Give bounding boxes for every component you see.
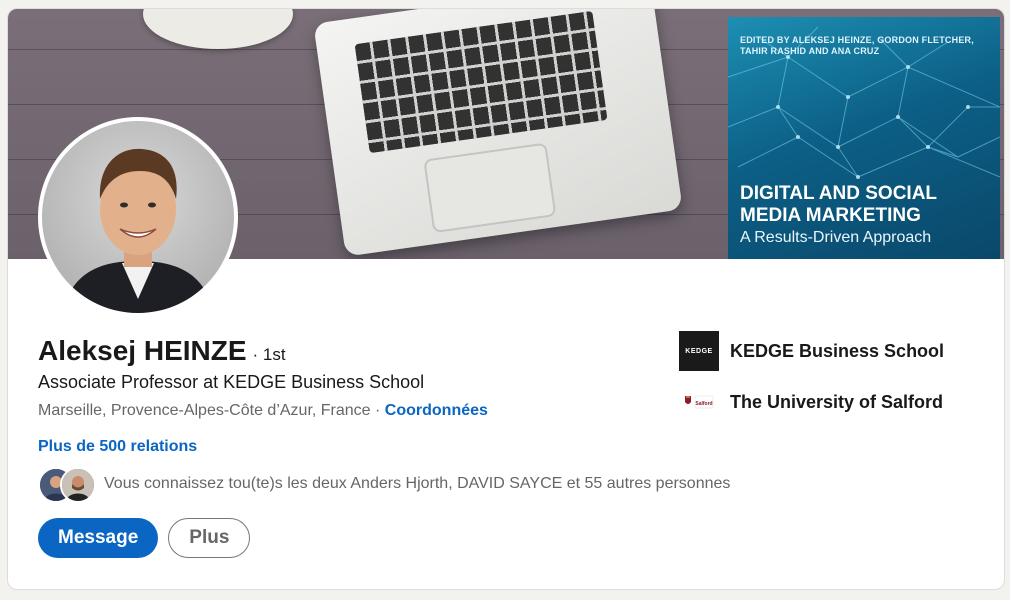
org-kedge[interactable]: KEDGE KEDGE Business School — [679, 331, 944, 371]
message-button[interactable]: Message — [38, 518, 159, 558]
connections-link[interactable]: Plus de 500 relations — [38, 438, 197, 456]
book-cover-image: EDITED BY ALEKSEJ HEINZE, GORDON FLETCHE… — [728, 17, 1000, 259]
profile-headline: Associate Professor at KEDGE Business Sc… — [38, 372, 425, 392]
profile-location-row: Marseille, Provence-Alpes-Côte d’Azur, F… — [38, 402, 488, 420]
kedge-logo-icon: KEDGE — [679, 331, 719, 371]
mutual-connections-text: Vous connaissez tou(te)s les deux Anders… — [104, 475, 731, 492]
profile-actions: Message Plus — [38, 518, 251, 558]
profile-avatar[interactable] — [38, 117, 238, 317]
connection-degree: · 1st — [252, 345, 286, 364]
book-title: DIGITAL AND SOCIAL MEDIA MARKETING — [740, 183, 937, 226]
salford-logo-icon: Salford — [679, 382, 719, 422]
book-editors: EDITED BY ALEKSEJ HEINZE, GORDON FLETCHE… — [740, 35, 974, 56]
more-button[interactable]: Plus — [168, 518, 251, 558]
profile-name: Aleksej HEINZE — [38, 335, 247, 366]
org-name-kedge: KEDGE Business School — [730, 340, 945, 361]
coffee-cup-image — [143, 9, 293, 49]
profile-card: EDITED BY ALEKSEJ HEINZE, GORDON FLETCHE… — [7, 8, 1005, 590]
profile-name-row: Aleksej HEINZE · 1st — [38, 335, 286, 367]
mutual-connections[interactable]: Vous connaissez tou(te)s les deux Anders… — [38, 467, 731, 503]
profile-location: Marseille, Provence-Alpes-Côte d’Azur, F… — [38, 402, 371, 419]
contact-info-link[interactable]: Coordonnées — [385, 402, 488, 419]
salford-logo-text: Salford — [695, 401, 712, 407]
mutual-avatar-2 — [60, 467, 96, 503]
book-subtitle: A Results-Driven Approach — [740, 229, 932, 246]
org-salford[interactable]: Salford The University of Salford — [679, 382, 943, 422]
location-separator: · — [370, 402, 385, 419]
laptop-image — [313, 9, 683, 257]
org-name-salford: The University of Salford — [730, 391, 944, 412]
